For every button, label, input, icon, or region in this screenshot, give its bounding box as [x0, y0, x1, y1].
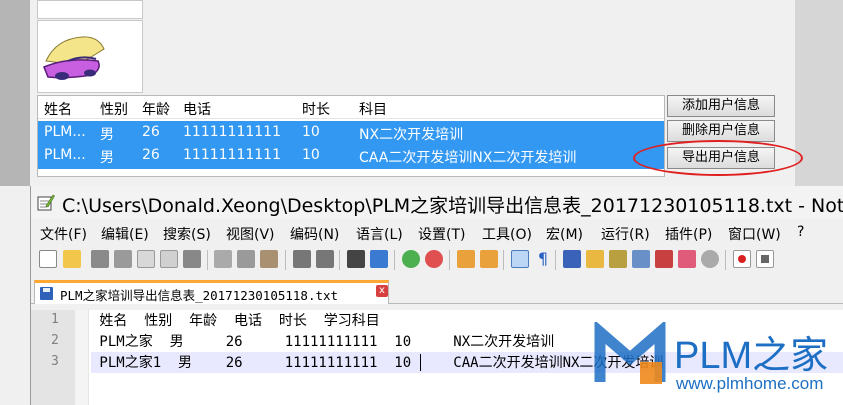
toolbar: ¶	[31, 246, 843, 274]
monitor-icon[interactable]	[678, 250, 696, 268]
function-list-icon[interactable]	[609, 250, 627, 268]
show-all-chars-icon[interactable]: ¶	[534, 250, 552, 268]
copy-icon[interactable]	[237, 250, 255, 268]
menu-tools[interactable]: 工具(O)	[482, 224, 532, 244]
car-model-icon	[43, 36, 105, 80]
folder-workspace-icon[interactable]	[632, 250, 650, 268]
cut-icon[interactable]	[214, 250, 232, 268]
menu-edit[interactable]: 编辑(E)	[101, 224, 149, 244]
column-header[interactable]: 年龄	[142, 99, 170, 119]
menu-settings[interactable]: 设置(T)	[418, 224, 465, 244]
fold-margin	[75, 310, 89, 405]
stop-record-icon[interactable]	[756, 250, 774, 268]
table-row[interactable]: PLM... 男 26 11111111111 10 CAA二次开发培训NX二次…	[38, 144, 664, 169]
tab-strip: PLM之家培训导出信息表_20171230105118.txt x	[31, 280, 843, 304]
toolbar-separator	[725, 250, 726, 270]
cell-phone: 11111111111	[183, 124, 281, 140]
close-all-icon[interactable]	[160, 250, 178, 268]
user-list-table[interactable]: 姓名 性别 年龄 电话 时长 科目 PLM... 男 26 1111111111…	[37, 95, 665, 177]
cell-subject: CAA二次开发培训NX二次开发培训	[359, 150, 577, 166]
user-info-dialog: 姓名 性别 年龄 电话 时长 科目 PLM... 男 26 1111111111…	[0, 0, 843, 186]
text-caret	[420, 354, 421, 371]
delete-user-button[interactable]: 删除用户信息	[667, 120, 775, 142]
column-header[interactable]: 电话	[183, 99, 211, 119]
window-title: C:\Users\Donald.Xeong\Desktop\PLM之家培训导出信…	[62, 195, 843, 217]
watermark-brand: PLM之家	[674, 335, 829, 377]
add-user-button[interactable]: 添加用户信息	[667, 95, 775, 117]
menu-macro[interactable]: 宏(M)	[546, 224, 583, 244]
paste-icon[interactable]	[260, 250, 278, 268]
save-all-icon[interactable]	[114, 250, 132, 268]
cell-subject: NX二次开发培训	[359, 127, 464, 143]
replace-icon[interactable]	[370, 250, 388, 268]
save-icon[interactable]	[91, 250, 109, 268]
cell-gender: 男	[100, 127, 114, 143]
plmhome-watermark: PLM之家 www.plmhome.com	[592, 322, 842, 402]
undo-icon[interactable]	[293, 250, 311, 268]
menu-language[interactable]: 语言(L)	[356, 224, 403, 244]
line-number: 2	[51, 333, 59, 348]
menu-view[interactable]: 视图(V)	[226, 224, 275, 244]
doc-map-icon[interactable]	[586, 250, 604, 268]
line-number: 1	[51, 312, 59, 327]
title-bar[interactable]: C:\Users\Donald.Xeong\Desktop\PLM之家培训导出信…	[31, 186, 843, 219]
column-header[interactable]: 时长	[302, 99, 330, 119]
menu-encoding[interactable]: 编码(N)	[290, 224, 339, 244]
redo-icon[interactable]	[316, 250, 334, 268]
menu-window[interactable]: 窗口(W)	[728, 224, 781, 244]
cell-duration: 10	[302, 124, 320, 140]
zoom-in-icon[interactable]	[402, 250, 420, 268]
notepad-app-icon	[37, 194, 55, 211]
tab-close-icon[interactable]: x	[376, 285, 388, 297]
tab-label: PLM之家培训导出信息表_20171230105118.txt	[60, 288, 339, 303]
sync-h-icon[interactable]	[480, 250, 498, 268]
new-file-icon[interactable]	[39, 250, 57, 268]
menu-help[interactable]: ?	[797, 224, 804, 240]
close-icon[interactable]	[137, 250, 155, 268]
menu-search[interactable]: 搜索(S)	[163, 224, 211, 244]
record-macro-icon[interactable]	[733, 250, 751, 268]
find-icon[interactable]	[347, 250, 365, 268]
plm-logo-icon	[594, 322, 666, 384]
zoom-out-icon[interactable]	[425, 250, 443, 268]
menu-bar: 文件(F) 编辑(E) 搜索(S) 视图(V) 编码(N) 语言(L) 设置(T…	[31, 222, 843, 244]
highlight-ellipse	[633, 140, 803, 176]
macro-icon[interactable]	[655, 250, 673, 268]
toolbar-separator	[394, 250, 395, 270]
menu-run[interactable]: 运行(R)	[601, 224, 650, 244]
toolbar-separator	[339, 250, 340, 270]
toolbar-separator	[555, 250, 556, 270]
thumbnail-image-1[interactable]	[37, 0, 143, 19]
toolbar-separator	[449, 250, 450, 270]
tab-file[interactable]: PLM之家培训导出信息表_20171230105118.txt x	[34, 280, 389, 304]
word-wrap-icon[interactable]	[511, 250, 529, 268]
watermark-url: www.plmhome.com	[676, 374, 824, 393]
cell-name: PLM...	[44, 124, 86, 140]
cell-age: 26	[142, 124, 160, 140]
menu-plugins[interactable]: 插件(P)	[665, 224, 712, 244]
eye-icon[interactable]	[701, 250, 719, 268]
cell-gender: 男	[100, 150, 114, 166]
line-number: 3	[51, 354, 59, 369]
print-icon[interactable]	[183, 250, 201, 268]
toolbar-separator	[503, 250, 504, 270]
open-file-icon[interactable]	[63, 250, 81, 268]
save-icon	[40, 287, 53, 300]
thumbnail-image-2[interactable]	[37, 20, 143, 93]
column-header[interactable]: 姓名	[44, 99, 72, 119]
cell-phone: 11111111111	[183, 147, 281, 163]
line-number-gutter: 1 2 3	[31, 310, 75, 405]
toolbar-separator	[207, 250, 208, 270]
indent-guide-icon[interactable]	[563, 250, 581, 268]
cell-name: PLM...	[44, 147, 86, 163]
toolbar-separator	[285, 250, 286, 270]
table-header: 姓名 性别 年龄 电话 时长 科目	[38, 96, 664, 119]
menu-file[interactable]: 文件(F)	[40, 224, 87, 244]
table-row[interactable]: PLM... 男 26 11111111111 10 NX二次开发培训	[38, 121, 664, 146]
cell-duration: 10	[302, 147, 320, 163]
sync-v-icon[interactable]	[457, 250, 475, 268]
column-header[interactable]: 科目	[359, 99, 387, 119]
cell-age: 26	[142, 147, 160, 163]
column-header[interactable]: 性别	[100, 99, 128, 119]
